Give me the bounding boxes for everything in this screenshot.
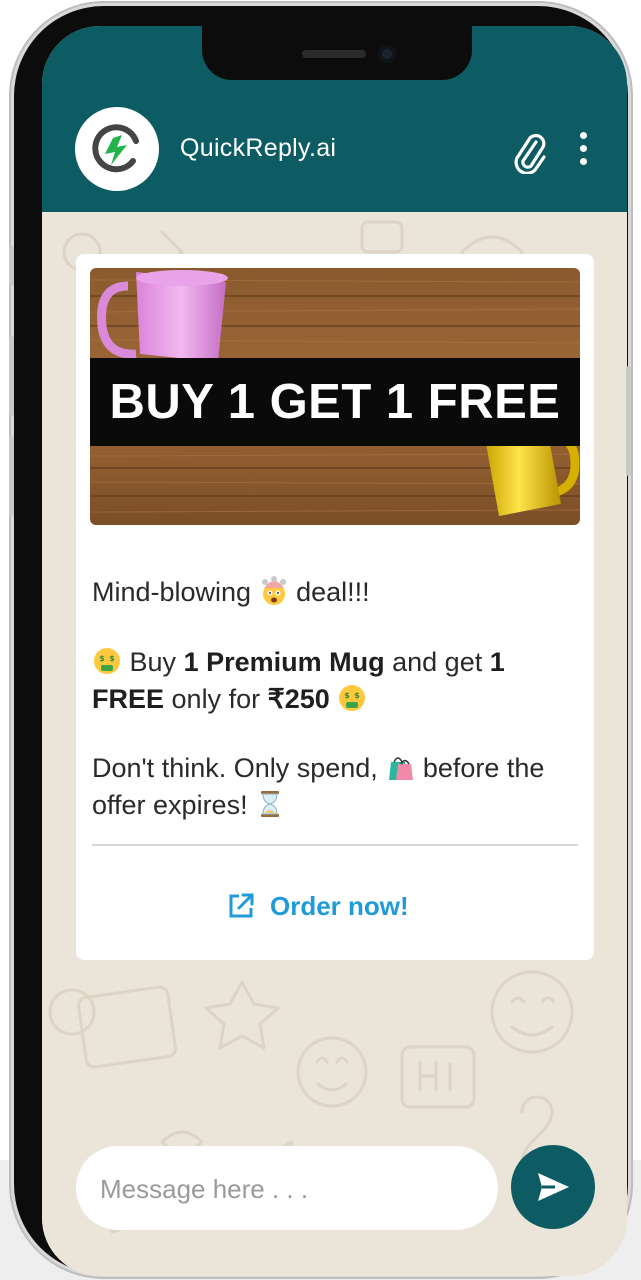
mute-switch <box>9 246 14 286</box>
external-link-icon <box>229 893 254 918</box>
volume-down-button <box>9 436 14 516</box>
money-mouth-emoji-icon: $ $ <box>94 648 120 674</box>
more-vertical-icon[interactable] <box>577 132 589 170</box>
hourglass-emoji-icon <box>261 791 280 817</box>
front-camera <box>378 45 396 63</box>
shopping-bags-emoji-icon <box>389 757 414 780</box>
send-button[interactable] <box>511 1145 595 1229</box>
money-mouth-emoji-icon: $ $ <box>339 685 366 711</box>
chat-title: QuickReply.ai <box>180 134 337 162</box>
volume-up-button <box>9 336 14 416</box>
svg-text:$: $ <box>109 654 115 663</box>
paperclip-icon[interactable] <box>510 130 550 174</box>
message-input[interactable] <box>98 1146 482 1232</box>
power-button <box>626 366 631 476</box>
phone-frame: QuickReply.ai BUY 1 GET 1 FREE Mind-blow… <box>9 6 631 1276</box>
exploding-head-emoji-icon <box>261 576 286 605</box>
message-line-2: $ $ Buy 1 Premium Mug and get 1 FREE onl… <box>92 647 505 714</box>
message-line-3: Don't think. Only spend, before the offe… <box>92 753 545 820</box>
order-now-button[interactable]: Order now! <box>226 886 409 926</box>
svg-text:$: $ <box>345 691 351 700</box>
banner-headline: BUY 1 GET 1 FREE <box>90 358 580 446</box>
message-card: BUY 1 GET 1 FREE Mind-blowing deal!!! $ <box>76 254 594 960</box>
message-line-1: Mind-blowing deal!!! <box>92 576 370 607</box>
message-composer <box>76 1146 498 1232</box>
bolt-logo-icon <box>92 124 139 173</box>
phone-screen: QuickReply.ai BUY 1 GET 1 FREE Mind-blow… <box>42 26 627 1276</box>
svg-text:$: $ <box>355 691 361 700</box>
speaker-grille <box>302 50 366 58</box>
send-icon <box>538 1173 569 1201</box>
card-divider <box>92 844 578 846</box>
phone-notch <box>202 26 472 80</box>
avatar[interactable] <box>75 107 159 191</box>
svg-text:$: $ <box>99 654 105 663</box>
order-now-label: Order now! <box>270 890 409 921</box>
